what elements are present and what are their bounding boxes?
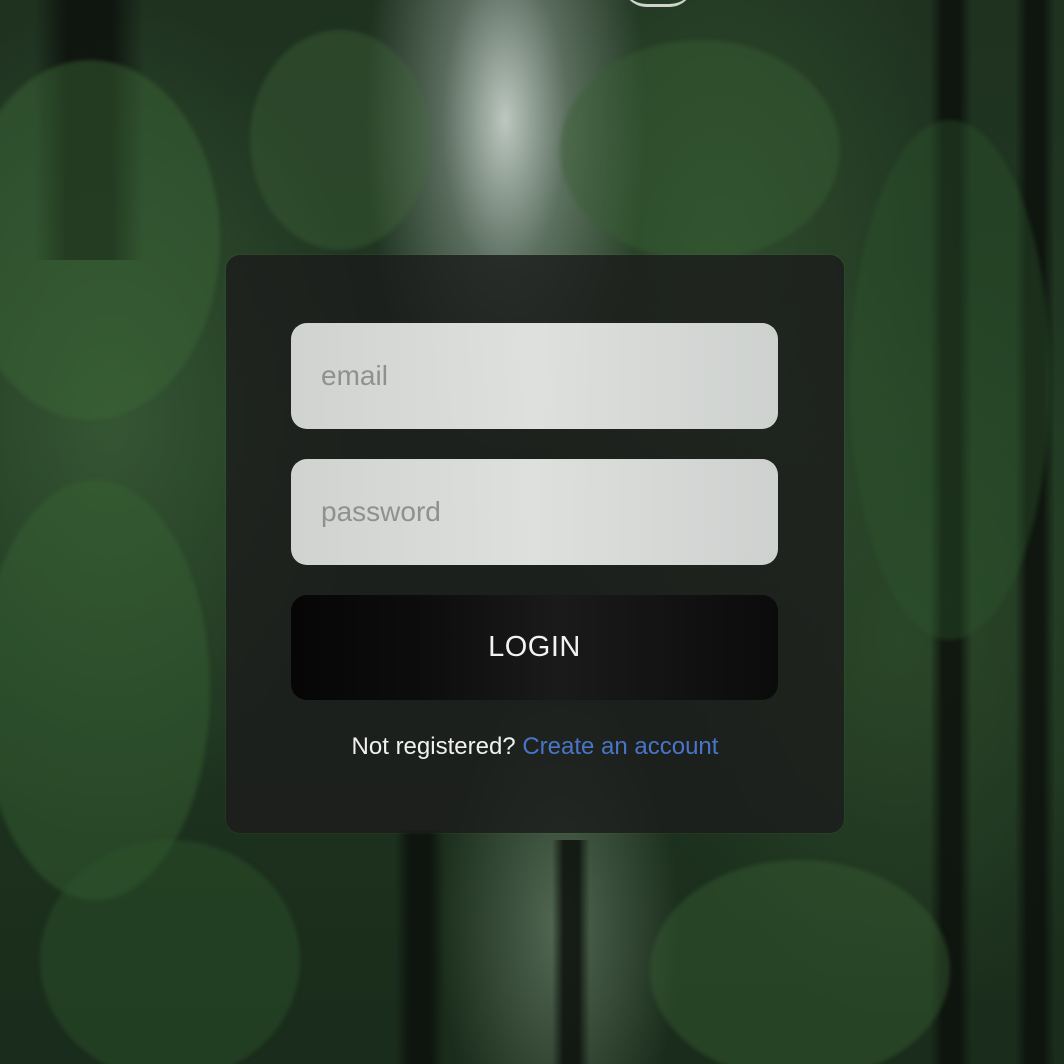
register-prompt-text: Not registered? xyxy=(351,733,516,760)
email-input[interactable] xyxy=(291,323,778,429)
register-prompt-line: Not registered? Create an account xyxy=(226,733,844,761)
login-card: LOGIN Not registered? Create an account xyxy=(226,255,844,833)
login-button[interactable]: LOGIN xyxy=(291,595,778,700)
create-account-link[interactable]: Create an account xyxy=(522,733,718,760)
password-input[interactable] xyxy=(291,459,778,565)
login-page: LOGIN Not registered? Create an account xyxy=(0,0,1064,1064)
